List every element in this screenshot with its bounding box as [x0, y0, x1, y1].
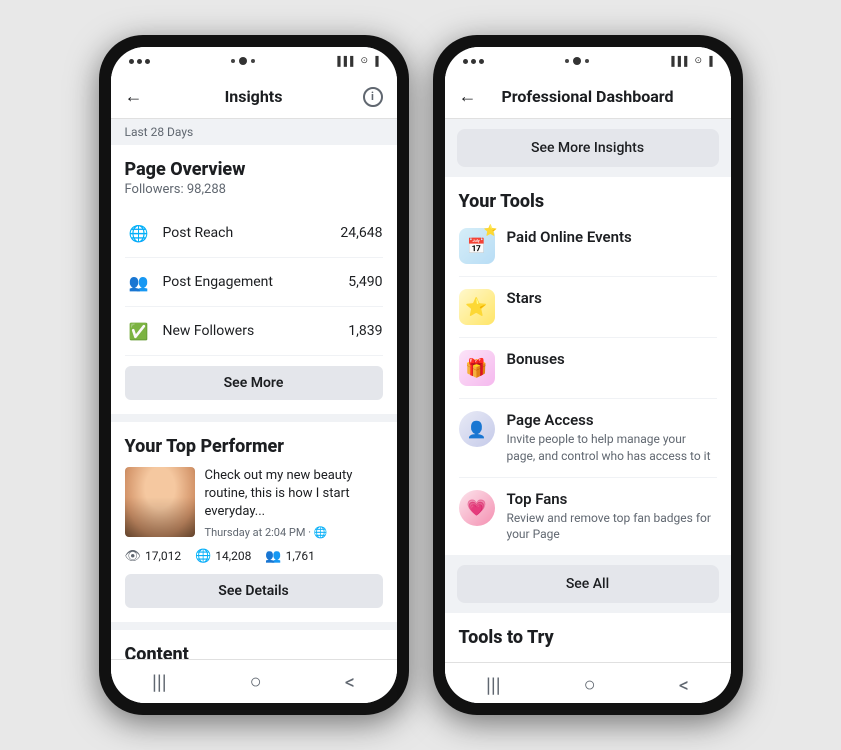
performer-text: Check out my new beauty routine, this is… — [205, 467, 383, 539]
stars-icon: ⭐ — [459, 289, 495, 325]
bonuses-info: Bonuses — [507, 350, 717, 368]
insights-top-bar: ← Insights i — [111, 75, 397, 119]
page-overview-title: Page Overview — [125, 159, 383, 180]
dashboard-body: See More Insights Your Tools 📅 ⭐ Paid On… — [445, 119, 731, 662]
content-section: Content Most recent content — [111, 630, 397, 659]
top-fans-name: Top Fans — [507, 490, 717, 508]
stars-info: Stars — [507, 289, 717, 307]
performer-thumbnail — [125, 467, 195, 537]
stars-name: Stars — [507, 289, 717, 307]
page-overview-card: Page Overview Followers: 98,288 🌐 Post R… — [111, 145, 397, 414]
views-icon: 👁 — [125, 549, 142, 564]
nav-back-icon[interactable]: < — [345, 670, 355, 694]
paid-events-icon: 📅 ⭐ — [459, 228, 495, 264]
top-fans-info: Top Fans Review and remove top fan badge… — [507, 490, 717, 544]
page-access-info: Page Access Invite people to help manage… — [507, 411, 717, 465]
see-details-button[interactable]: See Details — [125, 574, 383, 608]
dashboard-top-bar: ← Professional Dashboard — [445, 75, 731, 119]
page-access-desc: Invite people to help manage your page, … — [507, 431, 717, 465]
battery-icon-2: ▐ — [706, 56, 712, 67]
top-performer-title: Your Top Performer — [125, 436, 383, 457]
your-tools-section: Your Tools 📅 ⭐ Paid Online Events — [445, 177, 731, 555]
info-button[interactable]: i — [363, 87, 383, 107]
tool-paid-online-events[interactable]: 📅 ⭐ Paid Online Events — [459, 216, 717, 277]
reach-icon: 🌐 — [195, 549, 211, 564]
post-engagement-value: 5,490 — [348, 274, 382, 290]
bonuses-name: Bonuses — [507, 350, 717, 368]
dashboard-title: Professional Dashboard — [501, 87, 673, 106]
phone-dashboard: ▌▌▌ ⊙ ▐ ← Professional Dashboard See Mor… — [433, 35, 743, 715]
nav-home-icon-2[interactable]: ○ — [584, 672, 596, 697]
camera-area-2 — [565, 57, 589, 65]
back-button-insights[interactable]: ← — [125, 86, 143, 107]
paid-events-name: Paid Online Events — [507, 228, 717, 246]
performer-meta: Thursday at 2:04 PM · 🌐 — [205, 526, 383, 539]
status-icons-2: ▌▌▌ ⊙ ▐ — [671, 56, 712, 67]
post-reach-icon: 🌐 — [125, 219, 153, 247]
post-reach-row: 🌐 Post Reach 24,648 — [125, 209, 383, 258]
signal-icon: ▌▌▌ — [337, 56, 356, 67]
insights-body: Last 28 Days Page Overview Followers: 98… — [111, 119, 397, 659]
tools-to-try-section: Tools to Try — [445, 613, 731, 662]
nav-bar-2: ||| ○ < — [445, 662, 731, 703]
bonuses-icon: 🎁 — [459, 350, 495, 386]
tool-bonuses[interactable]: 🎁 Bonuses — [459, 338, 717, 399]
back-button-dashboard[interactable]: ← — [459, 86, 477, 107]
page-access-icon: 👤 — [459, 411, 495, 447]
performer-description: Check out my new beauty routine, this is… — [205, 467, 383, 522]
new-followers-label: New Followers — [163, 323, 349, 339]
post-engagement-label: Post Engagement — [163, 274, 349, 290]
nav-bar-1: ||| ○ < — [111, 659, 397, 703]
battery-icon: ▐ — [372, 56, 378, 67]
paid-events-info: Paid Online Events — [507, 228, 717, 246]
signal-icon-2: ▌▌▌ — [671, 56, 690, 67]
top-fans-desc: Review and remove top fan badges for you… — [507, 510, 717, 544]
reach-stat: 🌐 14,208 — [195, 549, 251, 564]
status-bar-2: ▌▌▌ ⊙ ▐ — [445, 47, 731, 75]
nav-home-icon[interactable]: ○ — [250, 669, 262, 694]
your-tools-title: Your Tools — [459, 191, 717, 212]
status-icons-1: ▌▌▌ ⊙ ▐ — [337, 56, 378, 67]
content-title: Content — [125, 644, 383, 659]
phone-insights: ▌▌▌ ⊙ ▐ ← Insights i Last 28 Days Page O… — [99, 35, 409, 715]
new-followers-row: ✅ New Followers 1,839 — [125, 307, 383, 356]
status-dots-2 — [463, 59, 484, 64]
nav-back-icon-2[interactable]: < — [679, 673, 689, 697]
page-access-name: Page Access — [507, 411, 717, 429]
engagement-stat: 👥 1,761 — [265, 549, 315, 564]
top-fans-icon: 💗 — [459, 490, 495, 526]
insights-title: Insights — [225, 87, 283, 106]
tool-top-fans[interactable]: 💗 Top Fans Review and remove top fan bad… — [459, 478, 717, 556]
reach-value: 14,208 — [215, 549, 251, 563]
followers-subtitle: Followers: 98,288 — [125, 182, 383, 197]
engagement-icon: 👥 — [265, 549, 281, 564]
wifi-icon-2: ⊙ — [695, 56, 703, 66]
new-followers-value: 1,839 — [348, 323, 382, 339]
nav-menu-icon-2[interactable]: ||| — [486, 673, 501, 697]
wifi-icon: ⊙ — [361, 56, 369, 66]
post-reach-label: Post Reach — [163, 225, 341, 241]
tool-page-access[interactable]: 👤 Page Access Invite people to help mana… — [459, 399, 717, 478]
camera-area-1 — [231, 57, 255, 65]
views-value: 17,012 — [145, 549, 181, 563]
nav-menu-icon[interactable]: ||| — [152, 670, 167, 694]
date-banner: Last 28 Days — [111, 119, 397, 145]
tools-to-try-title: Tools to Try — [459, 627, 717, 648]
performer-content: Check out my new beauty routine, this is… — [125, 467, 383, 539]
top-performer-card: Your Top Performer Check out my new beau… — [111, 422, 397, 622]
see-more-button[interactable]: See More — [125, 366, 383, 400]
post-engagement-icon: 👥 — [125, 268, 153, 296]
see-more-insights-button[interactable]: See More Insights — [457, 129, 719, 167]
post-reach-value: 24,648 — [340, 225, 382, 241]
see-all-button[interactable]: See All — [457, 565, 719, 603]
status-bar-1: ▌▌▌ ⊙ ▐ — [111, 47, 397, 75]
engagement-value: 1,761 — [286, 549, 315, 563]
status-dots-1 — [129, 59, 150, 64]
new-followers-icon: ✅ — [125, 317, 153, 345]
views-stat: 👁 17,012 — [125, 549, 182, 564]
tool-stars[interactable]: ⭐ Stars — [459, 277, 717, 338]
post-engagement-row: 👥 Post Engagement 5,490 — [125, 258, 383, 307]
performer-stats: 👁 17,012 🌐 14,208 👥 1,761 — [125, 549, 383, 564]
